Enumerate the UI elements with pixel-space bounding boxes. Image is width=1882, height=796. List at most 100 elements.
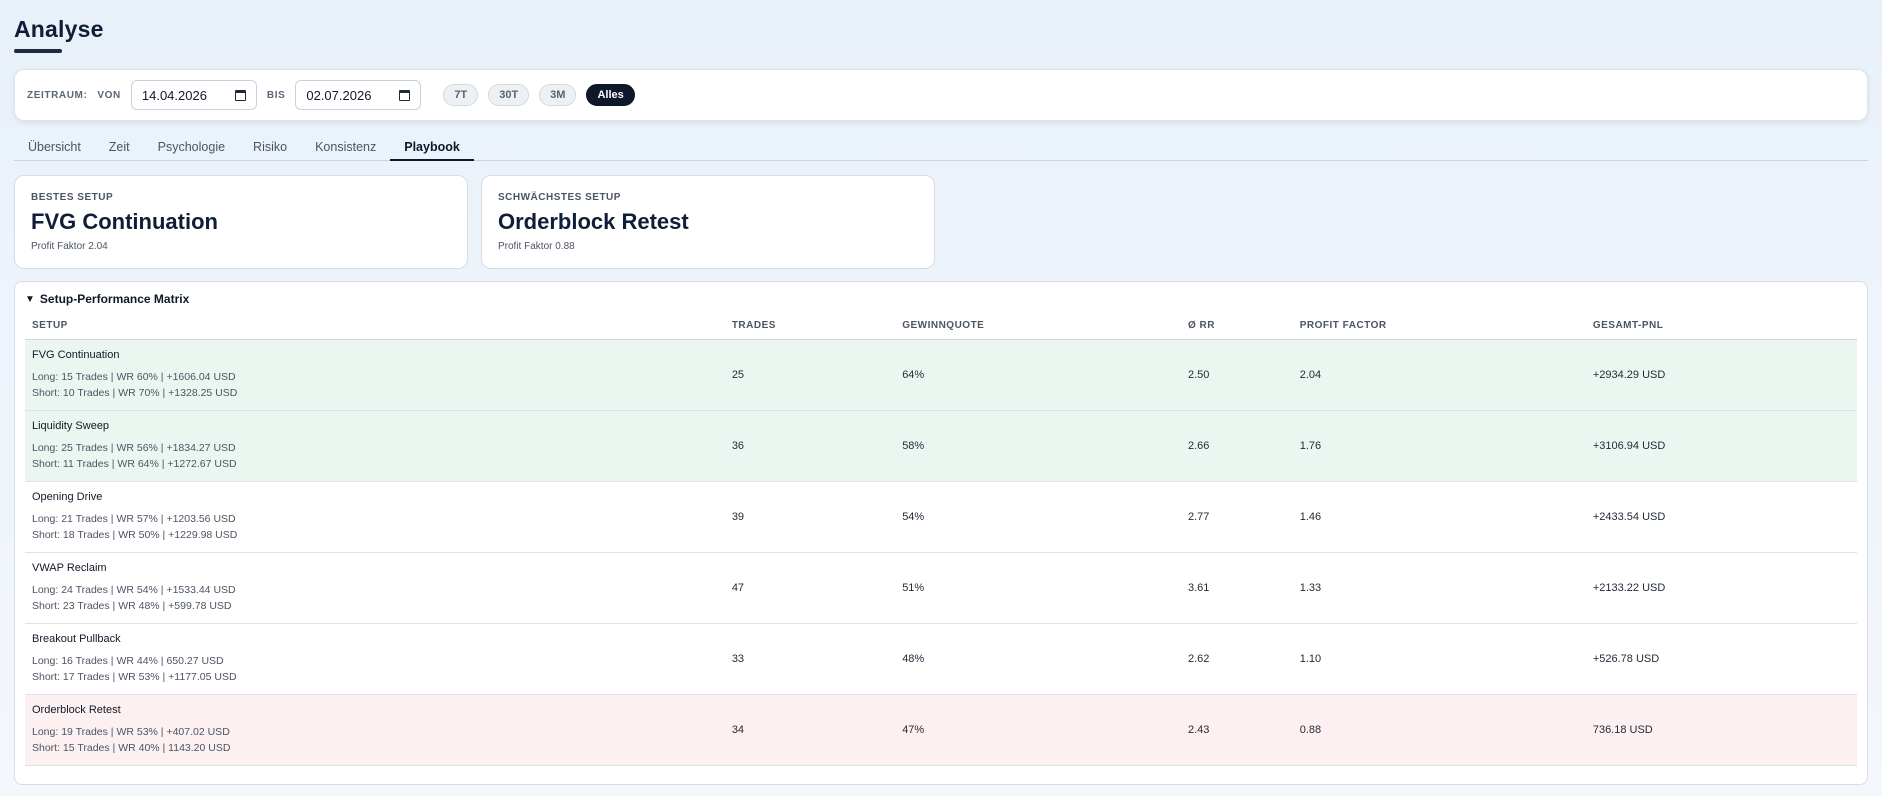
matrix-toggle[interactable]: ▼ Setup-Performance Matrix	[25, 292, 1857, 306]
von-date-value: 14.04.2026	[141, 87, 207, 103]
best-setup-label: BESTES SETUP	[31, 192, 114, 203]
rr-cell: 2.62	[1180, 623, 1293, 695]
long-stats: Long: 19 Trades | WR 53% | +407.02 USD	[32, 726, 230, 738]
preset-30t-button[interactable]: 30T	[488, 84, 530, 106]
long-stats: Long: 21 Trades | WR 57% | +1203.56 USD	[32, 513, 236, 525]
col-header-gewinnquote: GEWINNQUOTE	[895, 320, 1181, 340]
profit-factor-cell: 1.33	[1292, 552, 1586, 624]
trades-cell: 36	[724, 410, 896, 482]
short-stats: Short: 18 Trades | WR 50% | +1229.98 USD	[32, 529, 238, 541]
winrate-cell: 58%	[895, 410, 1181, 482]
setup-name: VWAP Reclaim	[32, 562, 107, 574]
long-stats: Long: 16 Trades | WR 44% | 650.27 USD	[32, 655, 224, 667]
setup-name: FVG Continuation	[32, 349, 120, 361]
short-stats: Short: 15 Trades | WR 40% | 1143.20 USD	[32, 742, 231, 754]
tab-konsistenz[interactable]: Konsistenz	[301, 140, 390, 160]
pnl-cell: 736.18 USD	[1585, 694, 1857, 766]
table-row: Opening Drive Long: 21 Trades | WR 57% |…	[25, 481, 1857, 553]
setup-cell: Orderblock Retest Long: 19 Trades | WR 5…	[25, 694, 725, 766]
setup-cell: Liquidity Sweep Long: 25 Trades | WR 56%…	[25, 410, 725, 482]
best-setup-card: BESTES SETUP FVG Continuation Profit Fak…	[14, 175, 468, 269]
worst-setup-card: SCHWÄCHSTES SETUP Orderblock Retest Prof…	[481, 175, 935, 269]
rr-cell: 2.50	[1180, 339, 1293, 411]
bis-label: BIS	[266, 89, 286, 101]
date-filter-bar: ZEITRAUM: VON 14.04.2026 BIS 02.07.2026 …	[14, 69, 1868, 121]
profit-factor-cell: 1.46	[1292, 481, 1586, 553]
trades-cell: 47	[724, 552, 896, 624]
rr-cell: 2.43	[1180, 694, 1293, 766]
setup-cell: Opening Drive Long: 21 Trades | WR 57% |…	[25, 481, 725, 553]
page-title: Analyse	[14, 16, 104, 42]
profit-factor-cell: 1.10	[1292, 623, 1586, 695]
col-header-setup: SETUP	[25, 320, 725, 340]
trades-cell: 25	[724, 339, 896, 411]
preset-7t-button[interactable]: 7T	[443, 84, 479, 106]
setup-name: Opening Drive	[32, 491, 103, 503]
tab-psychologie[interactable]: Psychologie	[144, 140, 239, 160]
pnl-cell: +526.78 USD	[1585, 623, 1857, 695]
tab-risiko[interactable]: Risiko	[239, 140, 301, 160]
short-stats: Short: 10 Trades | WR 70% | +1328.25 USD	[32, 387, 238, 399]
profit-factor-cell: 2.04	[1292, 339, 1586, 411]
profit-factor-cell: 0.88	[1292, 694, 1586, 766]
setup-name: Breakout Pullback	[32, 633, 121, 645]
setup-cell: FVG Continuation Long: 15 Trades | WR 60…	[25, 339, 725, 411]
long-stats: Long: 24 Trades | WR 54% | +1533.44 USD	[32, 584, 236, 596]
analysis-tabs: Übersicht Zeit Psychologie Risiko Konsis…	[14, 135, 1868, 161]
worst-setup-name: Orderblock Retest	[498, 209, 689, 234]
pnl-cell: +2433.54 USD	[1585, 481, 1857, 553]
pnl-cell: +2934.29 USD	[1585, 339, 1857, 411]
setup-name: Orderblock Retest	[32, 704, 121, 716]
setup-cell: Breakout Pullback Long: 16 Trades | WR 4…	[25, 623, 725, 695]
preset-3m-button[interactable]: 3M	[539, 84, 577, 106]
von-label: VON	[97, 89, 121, 101]
col-header-profit-factor: PROFIT FACTOR	[1292, 320, 1586, 340]
short-stats: Short: 17 Trades | WR 53% | +1177.05 USD	[32, 671, 237, 683]
setup-name: Liquidity Sweep	[32, 420, 110, 432]
trades-cell: 33	[724, 623, 896, 695]
preset-alles-button[interactable]: Alles	[586, 84, 635, 106]
setup-summary-cards: BESTES SETUP FVG Continuation Profit Fak…	[14, 175, 1868, 269]
rr-cell: 2.77	[1180, 481, 1293, 553]
pnl-cell: +3106.94 USD	[1585, 410, 1857, 482]
setup-table: SETUP TRADES GEWINNQUOTE Ø RR PROFIT FAC…	[25, 320, 1857, 766]
setup-cell: VWAP Reclaim Long: 24 Trades | WR 54% | …	[25, 552, 725, 624]
triangle-down-icon: ▼	[25, 293, 35, 305]
setup-performance-matrix: ▼ Setup-Performance Matrix SETUP TRADES …	[14, 281, 1868, 785]
col-header-trades: TRADES	[724, 320, 896, 340]
table-row: Orderblock Retest Long: 19 Trades | WR 5…	[25, 694, 1857, 766]
title-underline	[14, 49, 62, 53]
table-row: VWAP Reclaim Long: 24 Trades | WR 54% | …	[25, 552, 1857, 624]
bis-date-input[interactable]: 02.07.2026	[295, 80, 422, 110]
rr-cell: 2.66	[1180, 410, 1293, 482]
zeitraum-label: ZEITRAUM:	[27, 89, 88, 101]
winrate-cell: 47%	[895, 694, 1181, 766]
calendar-icon[interactable]	[399, 89, 411, 101]
calendar-icon[interactable]	[234, 89, 246, 101]
long-stats: Long: 15 Trades | WR 60% | +1606.04 USD	[32, 371, 236, 383]
von-date-input[interactable]: 14.04.2026	[130, 80, 257, 110]
tab-zeit[interactable]: Zeit	[95, 140, 144, 160]
trades-cell: 34	[724, 694, 896, 766]
best-setup-name: FVG Continuation	[31, 209, 218, 234]
matrix-title: Setup-Performance Matrix	[39, 292, 190, 306]
rr-cell: 3.61	[1180, 552, 1293, 624]
short-stats: Short: 11 Trades | WR 64% | +1272.67 USD	[32, 458, 237, 470]
worst-setup-label: SCHWÄCHSTES SETUP	[498, 192, 621, 203]
pnl-cell: +2133.22 USD	[1585, 552, 1857, 624]
winrate-cell: 54%	[895, 481, 1181, 553]
col-header-gesamt-pnl: GESAMT-PNL	[1585, 320, 1857, 340]
table-row: Liquidity Sweep Long: 25 Trades | WR 56%…	[25, 410, 1857, 482]
table-row: FVG Continuation Long: 15 Trades | WR 60…	[25, 339, 1857, 411]
tab-uebersicht[interactable]: Übersicht	[14, 140, 95, 160]
table-row: Breakout Pullback Long: 16 Trades | WR 4…	[25, 623, 1857, 695]
long-stats: Long: 25 Trades | WR 56% | +1834.27 USD	[32, 442, 236, 454]
trades-cell: 39	[724, 481, 896, 553]
col-header-rr: Ø RR	[1180, 320, 1293, 340]
best-setup-profit-factor: Profit Faktor 2.04	[31, 241, 108, 252]
bis-date-value: 02.07.2026	[306, 87, 372, 103]
short-stats: Short: 23 Trades | WR 48% | +599.78 USD	[32, 600, 232, 612]
winrate-cell: 51%	[895, 552, 1181, 624]
profit-factor-cell: 1.76	[1292, 410, 1586, 482]
tab-playbook[interactable]: Playbook	[390, 140, 474, 161]
